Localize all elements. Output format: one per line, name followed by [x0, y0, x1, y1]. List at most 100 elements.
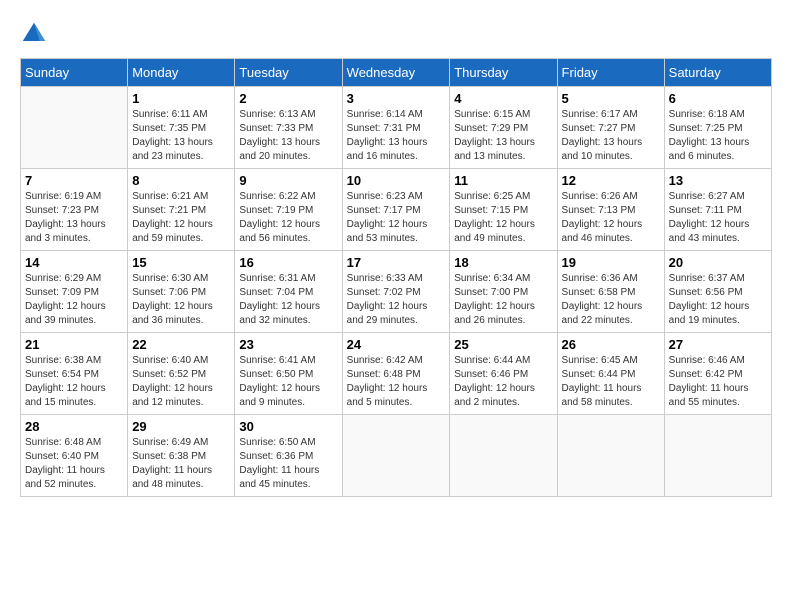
calendar-cell: 18 Sunrise: 6:34 AM Sunset: 7:00 PM Dayli… — [450, 251, 557, 333]
cell-content: Sunrise: 6:34 AM Sunset: 7:00 PM Dayligh… — [454, 272, 552, 328]
day-number: 8 — [132, 173, 230, 188]
day-number: 14 — [25, 255, 123, 270]
cell-content: Sunrise: 6:40 AM Sunset: 6:52 PM Dayligh… — [132, 354, 230, 410]
calendar-cell: 26 Sunrise: 6:45 AM Sunset: 6:44 PM Dayli… — [557, 333, 664, 415]
cell-content: Sunrise: 6:27 AM Sunset: 7:11 PM Dayligh… — [669, 190, 767, 246]
calendar-cell: 20 Sunrise: 6:37 AM Sunset: 6:56 PM Dayli… — [664, 251, 771, 333]
cell-content: Sunrise: 6:17 AM Sunset: 7:27 PM Dayligh… — [562, 108, 660, 164]
cell-content: Sunrise: 6:41 AM Sunset: 6:50 PM Dayligh… — [239, 354, 337, 410]
day-number: 19 — [562, 255, 660, 270]
cell-content: Sunrise: 6:50 AM Sunset: 6:36 PM Dayligh… — [239, 436, 337, 492]
day-number: 28 — [25, 419, 123, 434]
cell-content: Sunrise: 6:30 AM Sunset: 7:06 PM Dayligh… — [132, 272, 230, 328]
cell-content: Sunrise: 6:26 AM Sunset: 7:13 PM Dayligh… — [562, 190, 660, 246]
day-number: 25 — [454, 337, 552, 352]
cell-content: Sunrise: 6:25 AM Sunset: 7:15 PM Dayligh… — [454, 190, 552, 246]
day-number: 20 — [669, 255, 767, 270]
cell-content: Sunrise: 6:45 AM Sunset: 6:44 PM Dayligh… — [562, 354, 660, 410]
cell-content: Sunrise: 6:19 AM Sunset: 7:23 PM Dayligh… — [25, 190, 123, 246]
cell-content: Sunrise: 6:21 AM Sunset: 7:21 PM Dayligh… — [132, 190, 230, 246]
calendar-cell: 23 Sunrise: 6:41 AM Sunset: 6:50 PM Dayli… — [235, 333, 342, 415]
calendar-cell — [664, 415, 771, 497]
calendar-cell: 16 Sunrise: 6:31 AM Sunset: 7:04 PM Dayli… — [235, 251, 342, 333]
header-row: SundayMondayTuesdayWednesdayThursdayFrid… — [21, 59, 772, 87]
day-number: 12 — [562, 173, 660, 188]
day-number: 21 — [25, 337, 123, 352]
day-number: 4 — [454, 91, 552, 106]
calendar-cell: 9 Sunrise: 6:22 AM Sunset: 7:19 PM Daylig… — [235, 169, 342, 251]
calendar-cell: 1 Sunrise: 6:11 AM Sunset: 7:35 PM Daylig… — [128, 87, 235, 169]
cell-content: Sunrise: 6:22 AM Sunset: 7:19 PM Dayligh… — [239, 190, 337, 246]
calendar-cell: 10Sunrise: 6:23 AM Sunset: 7:17 PM Dayli… — [342, 169, 450, 251]
calendar-cell: 6 Sunrise: 6:18 AM Sunset: 7:25 PM Daylig… — [664, 87, 771, 169]
calendar-cell: 17Sunrise: 6:33 AM Sunset: 7:02 PM Dayli… — [342, 251, 450, 333]
day-number: 23 — [239, 337, 337, 352]
cell-content: Sunrise: 6:11 AM Sunset: 7:35 PM Dayligh… — [132, 108, 230, 164]
day-number: 10 — [347, 173, 446, 188]
calendar-cell: 22Sunrise: 6:40 AM Sunset: 6:52 PM Dayli… — [128, 333, 235, 415]
cell-content: Sunrise: 6:37 AM Sunset: 6:56 PM Dayligh… — [669, 272, 767, 328]
logo-icon — [20, 20, 48, 48]
cell-content: Sunrise: 6:33 AM Sunset: 7:02 PM Dayligh… — [347, 272, 446, 328]
day-header-tuesday: Tuesday — [235, 59, 342, 87]
calendar-cell: 27 Sunrise: 6:46 AM Sunset: 6:42 PM Dayli… — [664, 333, 771, 415]
calendar-cell — [342, 415, 450, 497]
calendar-cell — [450, 415, 557, 497]
day-number: 27 — [669, 337, 767, 352]
calendar-week-1: 1 Sunrise: 6:11 AM Sunset: 7:35 PM Daylig… — [21, 87, 772, 169]
calendar-cell: 25Sunrise: 6:44 AM Sunset: 6:46 PM Dayli… — [450, 333, 557, 415]
calendar-cell: 19 Sunrise: 6:36 AM Sunset: 6:58 PM Dayli… — [557, 251, 664, 333]
cell-content: Sunrise: 6:49 AM Sunset: 6:38 PM Dayligh… — [132, 436, 230, 492]
calendar-cell: 4 Sunrise: 6:15 AM Sunset: 7:29 PM Daylig… — [450, 87, 557, 169]
calendar-cell: 15 Sunrise: 6:30 AM Sunset: 7:06 PM Dayli… — [128, 251, 235, 333]
day-number: 30 — [239, 419, 337, 434]
day-number: 15 — [132, 255, 230, 270]
calendar-cell — [21, 87, 128, 169]
day-number: 6 — [669, 91, 767, 106]
cell-content: Sunrise: 6:48 AM Sunset: 6:40 PM Dayligh… — [25, 436, 123, 492]
calendar-cell: 11 Sunrise: 6:25 AM Sunset: 7:15 PM Dayli… — [450, 169, 557, 251]
day-number: 7 — [25, 173, 123, 188]
cell-content: Sunrise: 6:31 AM Sunset: 7:04 PM Dayligh… — [239, 272, 337, 328]
cell-content: Sunrise: 6:18 AM Sunset: 7:25 PM Dayligh… — [669, 108, 767, 164]
cell-content: Sunrise: 6:36 AM Sunset: 6:58 PM Dayligh… — [562, 272, 660, 328]
calendar-cell: 2 Sunrise: 6:13 AM Sunset: 7:33 PM Daylig… — [235, 87, 342, 169]
calendar-cell: 7 Sunrise: 6:19 AM Sunset: 7:23 PM Daylig… — [21, 169, 128, 251]
calendar-cell: 5 Sunrise: 6:17 AM Sunset: 7:27 PM Daylig… — [557, 87, 664, 169]
calendar-cell — [557, 415, 664, 497]
logo — [20, 20, 52, 48]
day-header-saturday: Saturday — [664, 59, 771, 87]
day-number: 5 — [562, 91, 660, 106]
day-number: 2 — [239, 91, 337, 106]
calendar-week-3: 14 Sunrise: 6:29 AM Sunset: 7:09 PM Dayli… — [21, 251, 772, 333]
calendar-cell: 12 Sunrise: 6:26 AM Sunset: 7:13 PM Dayli… — [557, 169, 664, 251]
cell-content: Sunrise: 6:42 AM Sunset: 6:48 PM Dayligh… — [347, 354, 446, 410]
day-number: 11 — [454, 173, 552, 188]
day-number: 24 — [347, 337, 446, 352]
day-number: 26 — [562, 337, 660, 352]
day-header-sunday: Sunday — [21, 59, 128, 87]
day-header-thursday: Thursday — [450, 59, 557, 87]
cell-content: Sunrise: 6:15 AM Sunset: 7:29 PM Dayligh… — [454, 108, 552, 164]
cell-content: Sunrise: 6:13 AM Sunset: 7:33 PM Dayligh… — [239, 108, 337, 164]
day-number: 3 — [347, 91, 446, 106]
day-header-wednesday: Wednesday — [342, 59, 450, 87]
day-number: 9 — [239, 173, 337, 188]
day-number: 1 — [132, 91, 230, 106]
calendar-week-4: 21Sunrise: 6:38 AM Sunset: 6:54 PM Dayli… — [21, 333, 772, 415]
calendar-week-2: 7 Sunrise: 6:19 AM Sunset: 7:23 PM Daylig… — [21, 169, 772, 251]
calendar-week-5: 28 Sunrise: 6:48 AM Sunset: 6:40 PM Dayli… — [21, 415, 772, 497]
calendar-cell: 13 Sunrise: 6:27 AM Sunset: 7:11 PM Dayli… — [664, 169, 771, 251]
day-header-friday: Friday — [557, 59, 664, 87]
cell-content: Sunrise: 6:29 AM Sunset: 7:09 PM Dayligh… — [25, 272, 123, 328]
calendar-cell: 3 Sunrise: 6:14 AM Sunset: 7:31 PM Daylig… — [342, 87, 450, 169]
calendar-cell: 21Sunrise: 6:38 AM Sunset: 6:54 PM Dayli… — [21, 333, 128, 415]
cell-content: Sunrise: 6:14 AM Sunset: 7:31 PM Dayligh… — [347, 108, 446, 164]
calendar-table: SundayMondayTuesdayWednesdayThursdayFrid… — [20, 58, 772, 497]
calendar-cell: 8 Sunrise: 6:21 AM Sunset: 7:21 PM Daylig… — [128, 169, 235, 251]
day-number: 18 — [454, 255, 552, 270]
cell-content: Sunrise: 6:46 AM Sunset: 6:42 PM Dayligh… — [669, 354, 767, 410]
day-number: 13 — [669, 173, 767, 188]
day-number: 16 — [239, 255, 337, 270]
page-header — [20, 20, 772, 48]
